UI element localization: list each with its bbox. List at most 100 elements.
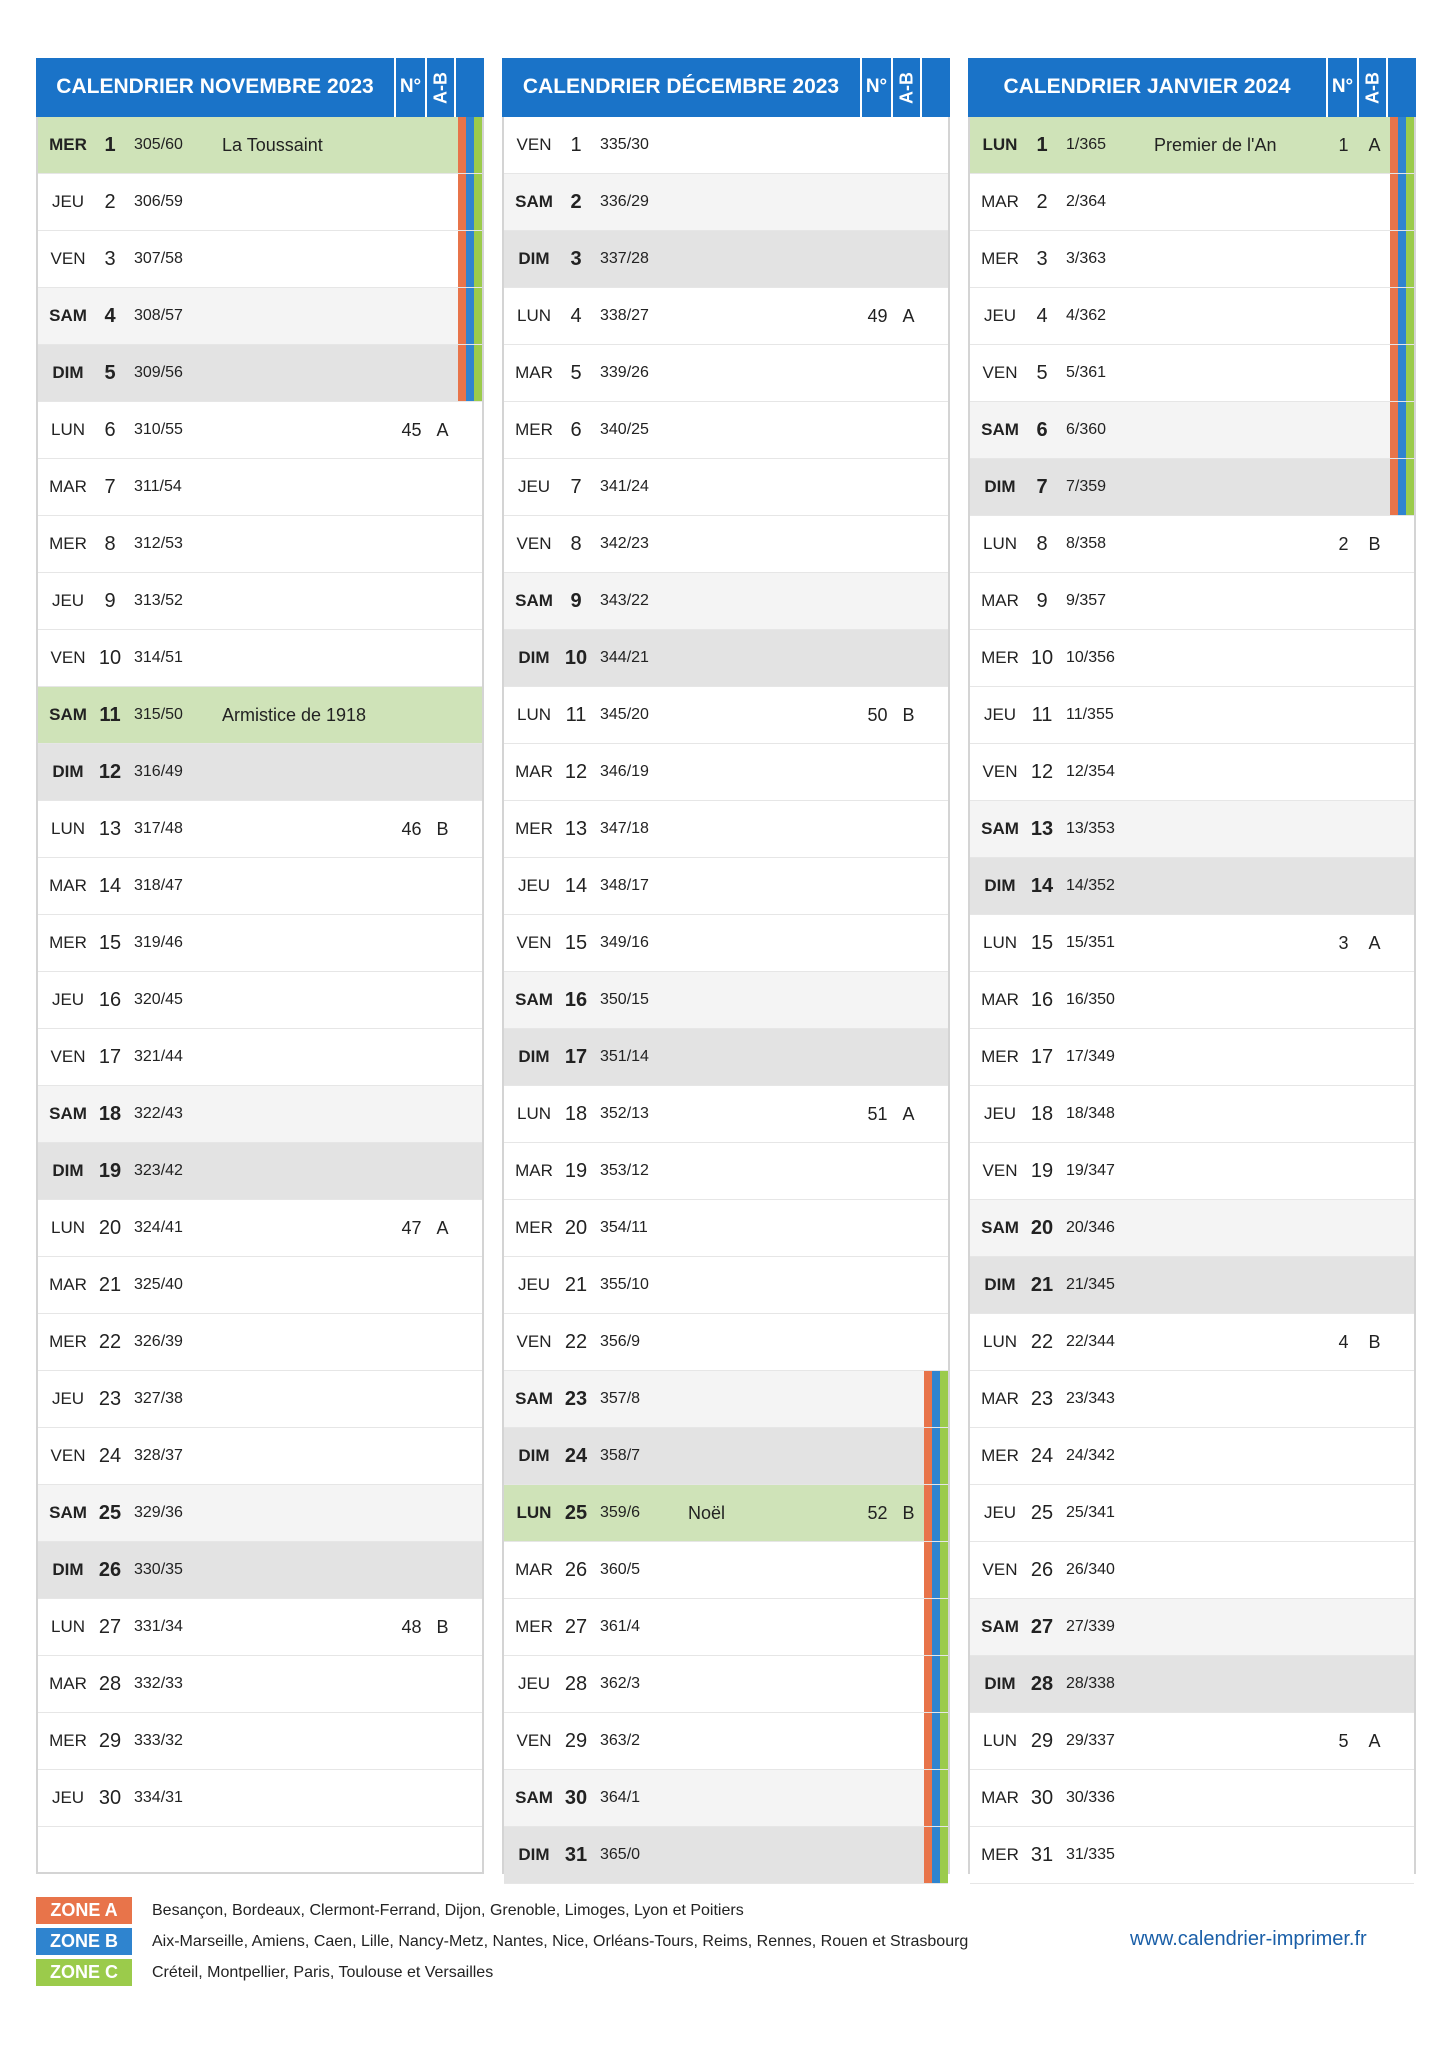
weekday-label: JEU [517,876,551,895]
zone-b-cities: Aix-Marseille, Amiens, Caen, Lille, Nanc… [152,1933,969,1950]
day-row: MER 1 305/60 La Toussaint [38,117,482,174]
school-holiday-strips [924,1485,948,1541]
day-number: 31 [1030,1844,1054,1866]
day-row: DIM 24 358/7 [504,1428,948,1485]
year-day-count: 328/37 [134,1447,183,1464]
year-day-count: 329/36 [134,1504,183,1521]
year-day-count: 345/20 [600,706,649,723]
year-day-count: 332/33 [134,1675,183,1692]
day-row: VEN 8 342/23 [504,516,948,573]
year-day-count: 350/15 [600,991,649,1008]
zone-a-strip [1390,117,1398,173]
day-number: 2 [104,191,116,213]
day-number: 11 [99,704,121,726]
day-number: 7 [104,476,116,498]
school-holiday-strips [458,117,482,173]
day-list: MER 1 305/60 La Toussaint JEU 2 306/59 VEN 3 307/… [38,117,482,1827]
day-row: SAM 13 13/353 [970,801,1414,858]
day-number: 6 [1036,419,1048,441]
weekday-label: MAR [981,192,1019,211]
day-row: JEU 9 313/52 [38,573,482,630]
day-row: LUN 8 8/358 2 B [970,516,1414,573]
zone-a-strip [458,117,466,173]
day-row: LUN 22 22/344 4 B [970,1314,1414,1371]
zone-b-strip [466,231,474,287]
weekday-label: DIM [518,249,550,268]
day-row: JEU 11 11/355 [970,687,1414,744]
day-number: 8 [570,533,582,555]
holiday-name: Premier de l'An [1154,135,1277,155]
weekday-label: JEU [517,477,551,496]
month-title: CALENDRIER NOVEMBRE 2023 [56,75,374,98]
day-row: JEU 4 4/362 [970,288,1414,345]
weekday-label: MER [49,135,87,154]
ab-week-label: A [1368,135,1381,155]
year-day-count: 323/42 [134,1162,183,1179]
zone-a-strip [1390,288,1398,344]
day-number: 9 [104,590,116,612]
weekday-label: VEN [50,1047,86,1066]
year-day-count: 336/29 [600,193,649,210]
ab-week-label: B [436,1617,449,1637]
day-row: JEU 18 18/348 [970,1086,1414,1143]
day-number: 1 [570,134,582,156]
day-number: 20 [564,1217,588,1239]
year-day-count: 359/6 [600,1504,641,1521]
day-row: SAM 25 329/36 [38,1485,482,1542]
zone-c-strip [940,1827,948,1883]
year-day-count: 312/53 [134,535,183,552]
day-number: 13 [98,818,122,840]
month-calendar-january: CALENDRIER JANVIER 2024 N° A-B LUN 1 1/365… [968,58,1416,1884]
weekday-label: VEN [50,1446,86,1465]
week-number: 2 [1338,534,1349,554]
day-number: 22 [1030,1331,1054,1353]
school-holiday-strips [924,1770,948,1826]
day-number: 1 [104,134,116,156]
day-row: VEN 29 363/2 [504,1713,948,1770]
month-header: CALENDRIER JANVIER 2024 N° A-B [968,58,1416,117]
day-number: 12 [564,761,588,783]
weekday-label: SAM [49,1104,87,1123]
week-number: 46 [401,819,422,839]
weekday-label: SAM [515,1389,553,1408]
day-number: 16 [564,989,588,1011]
weekday-label: MAR [515,762,553,781]
ab-week-header: A-B [1357,58,1388,117]
year-day-count: 17/349 [1066,1048,1115,1065]
day-list: LUN 1 1/365 Premier de l'An 1 A MAR 2 2/364 MER 3 3… [970,117,1414,1884]
year-day-count: 346/19 [600,763,649,780]
year-day-count: 23/343 [1066,1390,1115,1407]
zone-c-cities: Créteil, Montpellier, Paris, Toulouse et… [152,1964,494,1981]
zone-c-strip [1406,345,1414,401]
weekday-label: VEN [982,1560,1018,1579]
month-calendar-november: CALENDRIER NOVEMBRE 2023 N° A-B MER 1 305/… [36,58,484,1874]
website-link[interactable]: www.calendrier-imprimer.fr [1130,1928,1367,1951]
weekday-label: DIM [52,1161,84,1180]
day-number: 20 [1030,1217,1054,1239]
year-day-count: 313/52 [134,592,183,609]
day-number: 25 [98,1502,122,1524]
ab-week-header: A-B [891,58,922,117]
weekday-label: SAM [49,705,87,724]
day-number: 15 [564,932,588,954]
day-row: MAR 14 318/47 [38,858,482,915]
weekday-label: LUN [516,1104,551,1123]
zone-c-strip [474,174,482,230]
year-day-count: 13/353 [1066,820,1115,837]
year-day-count: 315/50 [134,706,183,723]
year-day-count: 3/363 [1066,250,1107,267]
weekday-label: VEN [516,135,552,154]
day-row: SAM 30 364/1 [504,1770,948,1827]
day-number: 6 [570,419,582,441]
zone-b-strip [932,1371,940,1427]
year-day-count: 306/59 [134,193,183,210]
weekday-label: VEN [516,1731,552,1750]
day-row: JEU 16 320/45 [38,972,482,1029]
year-day-count: 330/35 [134,1561,183,1578]
day-row: DIM 10 344/21 [504,630,948,687]
zone-b-strip [932,1542,940,1598]
year-day-count: 333/32 [134,1732,183,1749]
year-day-count: 335/30 [600,136,649,153]
day-number: 4 [570,305,582,327]
day-row: MER 6 340/25 [504,402,948,459]
